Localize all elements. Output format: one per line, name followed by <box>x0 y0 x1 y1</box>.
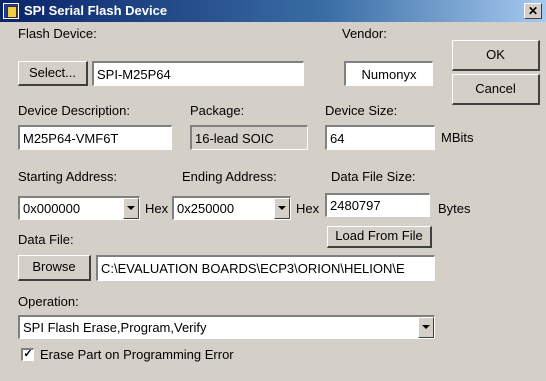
erase-on-error-label: Erase Part on Programming Error <box>40 347 234 362</box>
cancel-button[interactable]: Cancel <box>452 74 540 105</box>
data-file-size-label: Data File Size: <box>331 169 416 184</box>
device-description-label: Device Description: <box>18 103 130 118</box>
select-button[interactable]: Select... <box>18 61 88 86</box>
flash-device-icon <box>3 3 19 19</box>
data-file-size-unit: Bytes <box>438 201 471 216</box>
ok-button[interactable]: OK <box>452 40 540 71</box>
data-file-label: Data File: <box>18 232 74 247</box>
window-title: SPI Serial Flash Device <box>24 3 168 18</box>
vendor-field[interactable]: Numonyx <box>344 61 433 86</box>
flash-device-field[interactable]: SPI-M25P64 <box>92 61 304 86</box>
erase-on-error-checkbox[interactable]: ✓ <box>21 348 34 361</box>
chevron-down-icon[interactable] <box>418 317 434 338</box>
operation-combo[interactable]: SPI Flash Erase,Program,Verify <box>18 315 435 339</box>
starting-address-combo[interactable]: 0x000000 <box>18 196 140 220</box>
operation-label: Operation: <box>18 294 79 309</box>
chevron-down-icon[interactable] <box>123 198 139 219</box>
operation-value: SPI Flash Erase,Program,Verify <box>23 320 207 335</box>
title-bar: SPI Serial Flash Device ✕ <box>0 0 546 22</box>
chevron-down-icon[interactable] <box>274 198 290 219</box>
device-size-field[interactable]: 64 <box>325 125 435 150</box>
package-label: Package: <box>190 103 245 118</box>
device-description-field[interactable]: M25P64-VMF6T <box>18 125 172 150</box>
device-size-label: Device Size: <box>325 103 398 118</box>
browse-button[interactable]: Browse <box>18 255 91 281</box>
package-field: 16-lead SOIC <box>190 125 308 150</box>
ending-address-hex-label: Hex <box>296 201 320 216</box>
data-file-field[interactable]: C:\EVALUATION BOARDS\ECP3\ORION\HELION\E <box>96 255 435 281</box>
load-from-file-button[interactable]: Load From File <box>327 226 432 248</box>
close-button[interactable]: ✕ <box>524 3 542 19</box>
device-size-unit: MBits <box>441 130 474 145</box>
flash-device-label: Flash Device: <box>18 26 97 41</box>
vendor-label: Vendor: <box>342 26 387 41</box>
ending-address-label: Ending Address: <box>182 169 277 184</box>
starting-address-hex-label: Hex <box>145 201 169 216</box>
ending-address-value: 0x250000 <box>177 201 235 216</box>
starting-address-label: Starting Address: <box>18 169 117 184</box>
starting-address-value: 0x000000 <box>23 201 81 216</box>
data-file-size-field[interactable]: 2480797 <box>325 193 430 217</box>
ending-address-combo[interactable]: 0x250000 <box>172 196 291 220</box>
